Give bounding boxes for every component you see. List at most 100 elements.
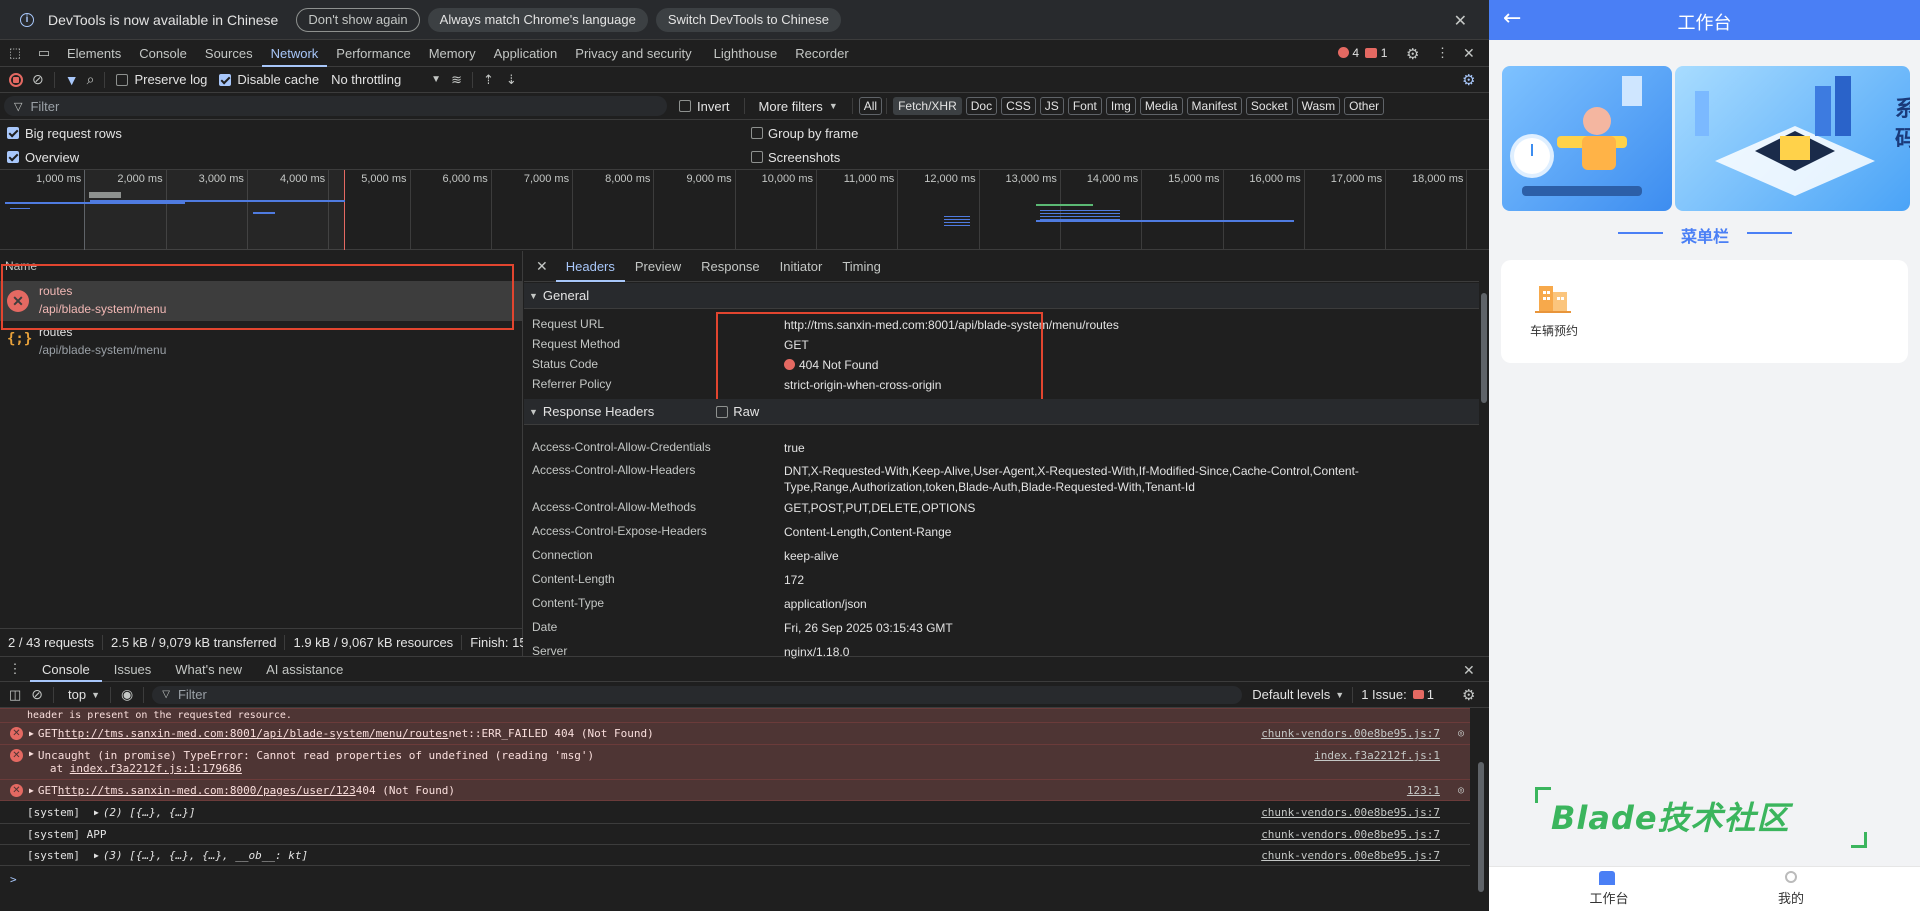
header-value[interactable]: keep-alive [784, 548, 1424, 564]
menu-item-vehicle-booking[interactable]: 车辆预约 [1519, 274, 1589, 344]
filter-type-other[interactable]: Other [1344, 97, 1385, 115]
console-prompt[interactable]: > [0, 871, 1470, 887]
scrollbar-thumb[interactable] [1478, 762, 1484, 892]
expand-triangle-icon[interactable]: ▶ [94, 851, 99, 860]
tab-response[interactable]: Response [691, 251, 770, 282]
network-settings-gear-icon[interactable]: ⚙ [1462, 71, 1475, 89]
header-value[interactable]: 172 [784, 572, 1424, 588]
source-link[interactable]: chunk-vendors.00e8be95.js:7 [1261, 828, 1440, 841]
filter-type-wasm[interactable]: Wasm [1296, 97, 1341, 115]
general-section-header[interactable]: ▼ General [524, 283, 1479, 309]
close-drawer-icon[interactable]: ✕ [1463, 662, 1475, 679]
filter-type-fetch-xhr[interactable]: Fetch/XHR [893, 97, 962, 115]
console-message[interactable]: ✕ ▶ Uncaught (in promise) TypeError: Can… [0, 744, 1470, 779]
console-filter-input[interactable]: ▽ Filter [152, 685, 1243, 704]
filter-type-img[interactable]: Img [1105, 97, 1136, 115]
source-link[interactable]: chunk-vendors.00e8be95.js:7 [1261, 806, 1440, 819]
more-options-icon[interactable]: ⋮ [1436, 45, 1449, 61]
response-headers-section-header[interactable]: ▼ Response Headers Raw [524, 399, 1479, 425]
context-selector[interactable]: top [68, 687, 86, 702]
filter-input[interactable]: ▽ Filter [4, 96, 667, 116]
more-filters-dropdown[interactable]: More filters [759, 99, 823, 114]
header-value[interactable]: Content-Length,Content-Range [784, 524, 1424, 540]
tab-lighthouse[interactable]: Lighthouse [705, 40, 787, 67]
filter-type-media[interactable]: Media [1139, 97, 1183, 115]
source-link[interactable]: chunk-vendors.00e8be95.js:7 [1261, 849, 1440, 862]
tab-sources[interactable]: Sources [196, 40, 262, 67]
scrollbar[interactable] [1479, 281, 1489, 656]
header-value[interactable]: GET,POST,PUT,DELETE,OPTIONS [784, 500, 1424, 516]
preserve-log-checkbox[interactable] [116, 73, 129, 86]
header-value[interactable]: Fri, 26 Sep 2025 03:15:43 GMT [784, 620, 1424, 636]
tab-initiator[interactable]: Initiator [770, 251, 833, 282]
throttling-select[interactable]: No throttling [331, 72, 401, 87]
screenshots-checkbox[interactable] [751, 151, 763, 163]
import-har-icon[interactable]: ⇡ [483, 72, 494, 88]
always-match-language-button[interactable]: Always match Chrome's language [427, 7, 648, 32]
switch-to-chinese-button[interactable]: Switch DevTools to Chinese [655, 7, 841, 32]
tab-console-drawer[interactable]: Console [30, 657, 102, 682]
filter-icon[interactable]: ▼ [65, 72, 79, 88]
scrollbar-thumb[interactable] [1481, 293, 1487, 403]
tab-console[interactable]: Console [130, 40, 196, 67]
search-icon[interactable]: ⌕ [87, 71, 95, 88]
console-message[interactable]: ✕ ▶ GET http://tms.sanxin-med.com:8001/a… [0, 722, 1470, 744]
close-details-icon[interactable]: ✕ [536, 258, 548, 275]
tab-whats-new[interactable]: What's new [163, 657, 254, 682]
request-link[interactable]: http://tms.sanxin-med.com:8001/api/blade… [58, 727, 449, 740]
filter-type-socket[interactable]: Socket [1245, 97, 1293, 115]
tab-memory[interactable]: Memory [420, 40, 485, 67]
console-message[interactable]: [system] ▶ (3) [{…}, {…}, {…}, __ob__: k… [0, 845, 1470, 866]
clear-console-icon[interactable]: ⊘ [31, 686, 43, 703]
console-message[interactable]: ✕ ▶ GET http://tms.sanxin-med.com:8000/p… [0, 779, 1470, 801]
issues-link[interactable]: 1 Issue: [1361, 687, 1407, 702]
invert-checkbox[interactable] [679, 100, 691, 112]
filter-type-css[interactable]: CSS [1001, 97, 1036, 115]
expand-triangle-icon[interactable]: ▶ [29, 786, 34, 795]
chevron-down-icon[interactable]: ▼ [431, 74, 441, 85]
tab-privacy-security[interactable]: Privacy and security [566, 40, 700, 67]
network-conditions-icon[interactable]: ≋ [451, 72, 462, 88]
raw-checkbox[interactable] [716, 405, 729, 418]
tabbar-item-workbench[interactable]: 工作台 [1569, 867, 1649, 911]
tab-issues[interactable]: Issues [102, 657, 164, 682]
expand-triangle-icon[interactable]: ▶ [94, 808, 99, 817]
timeline-selection[interactable] [84, 170, 345, 250]
tab-performance[interactable]: Performance [327, 40, 419, 67]
overview-checkbox[interactable] [7, 151, 19, 163]
log-levels-dropdown[interactable]: Default levels [1252, 687, 1330, 702]
header-value[interactable]: application/json [784, 596, 1424, 612]
eye-icon[interactable]: ◉ [121, 686, 133, 703]
tab-headers[interactable]: Headers [555, 251, 625, 282]
filter-type-manifest[interactable]: Manifest [1186, 97, 1242, 115]
tab-application[interactable]: Application [485, 40, 567, 67]
tabbar-item-mine[interactable]: 我的 [1751, 867, 1831, 911]
console-message[interactable]: [system] ▶ (2) [{…}, {…}] chunk-vendors.… [0, 801, 1470, 824]
tab-elements[interactable]: Elements [58, 40, 130, 67]
filter-type-js[interactable]: JS [1039, 97, 1064, 115]
device-toolbar-icon[interactable]: ▭ [30, 45, 58, 61]
console-message[interactable]: [system] APP chunk-vendors.00e8be95.js:7 [0, 824, 1470, 845]
close-devtools-icon[interactable]: ✕ [1463, 45, 1475, 62]
sidebar-toggle-icon[interactable]: ◫ [9, 687, 21, 703]
tab-network[interactable]: Network [261, 40, 328, 67]
stop-recording-icon[interactable] [9, 72, 23, 87]
filter-type-doc[interactable]: Doc [965, 97, 998, 115]
banner-image[interactable] [1502, 66, 1672, 211]
tab-preview[interactable]: Preview [625, 251, 691, 282]
stack-link[interactable]: index.f3a2212f.js:1:179686 [70, 762, 242, 775]
settings-gear-icon[interactable]: ⚙ [1406, 45, 1419, 63]
disable-cache-checkbox[interactable] [219, 73, 232, 86]
console-scrollbar[interactable] [1477, 752, 1485, 902]
header-value[interactable]: DNT,X-Requested-With,Keep-Alive,User-Age… [784, 463, 1424, 495]
tab-timing[interactable]: Timing [832, 251, 891, 282]
filter-type-all[interactable]: All [858, 97, 883, 115]
tab-recorder[interactable]: Recorder [786, 40, 857, 67]
clear-icon[interactable]: ⊘ [32, 71, 44, 88]
filter-type-font[interactable]: Font [1067, 97, 1102, 115]
group-by-frame-checkbox[interactable] [751, 127, 763, 139]
source-link[interactable]: index.f3a2212f.js:1 [1314, 749, 1440, 762]
error-issue-badges[interactable]: 4 1 [1338, 46, 1387, 60]
source-link[interactable]: chunk-vendors.00e8be95.js:7 [1261, 727, 1440, 740]
console-object-preview[interactable]: (2) [{…}, {…}] [103, 806, 196, 819]
